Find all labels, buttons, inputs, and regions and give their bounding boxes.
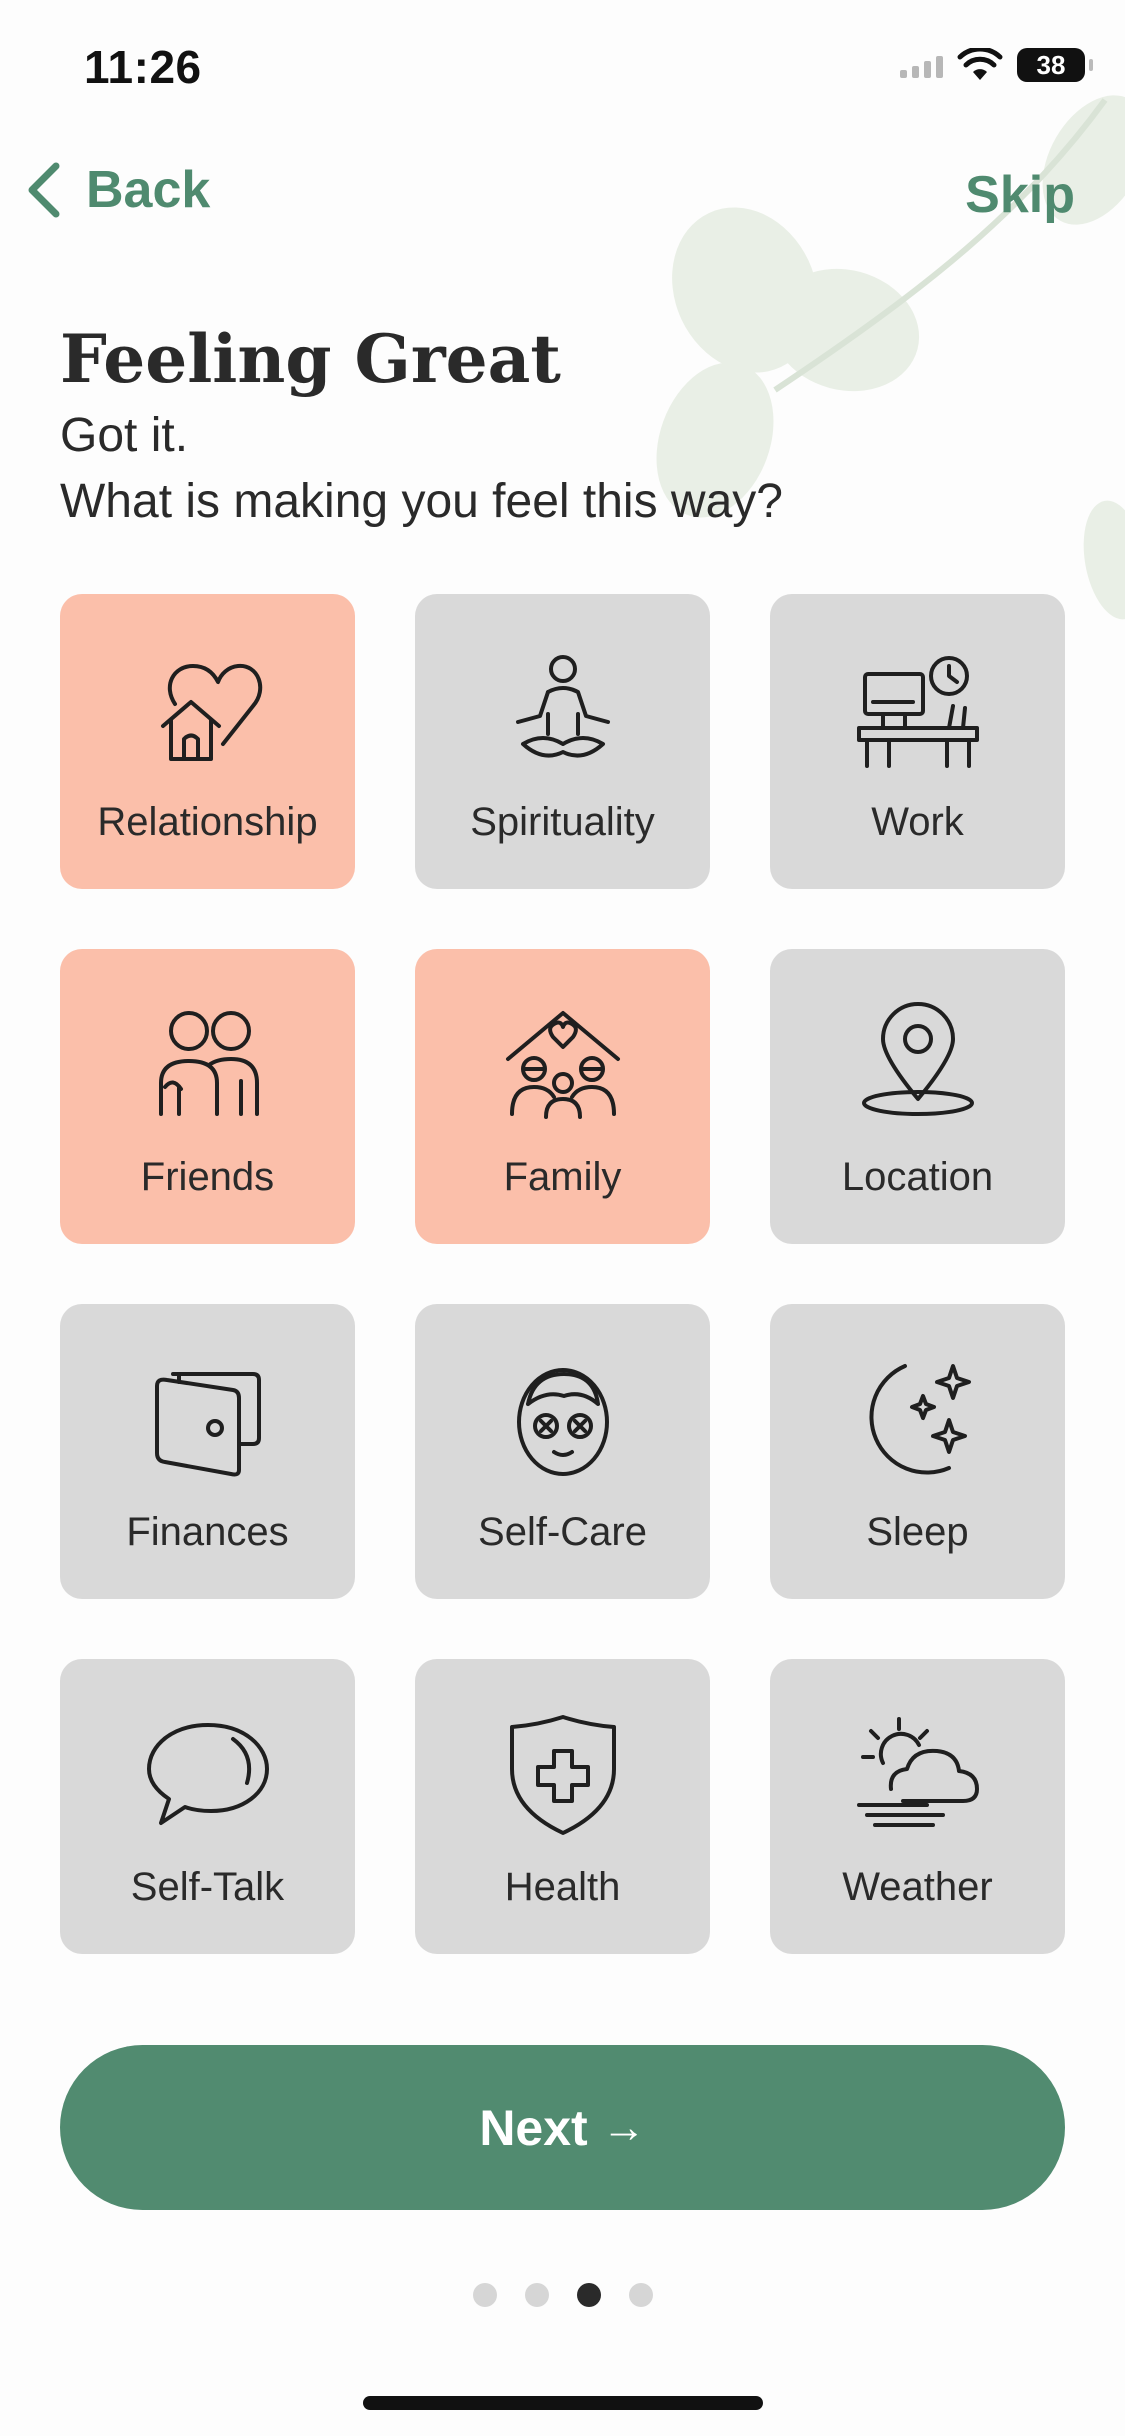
tile-label: Relationship [97,800,318,844]
tile-label: Sleep [866,1510,969,1554]
chevron-left-icon [28,162,60,218]
subtitle-line-1: Got it. [60,409,189,462]
page-dot [472,2283,497,2307]
tile-label: Weather [842,1865,993,1909]
location-pin-icon [861,1002,974,1116]
meditation-icon [515,655,610,758]
tile-label: Location [841,1155,994,1199]
tile-friends[interactable]: Friends [60,949,355,1244]
tile-location[interactable]: Location [770,949,1065,1244]
tile-finances[interactable]: Finances [60,1304,355,1599]
shield-cross-icon [509,1715,616,1835]
tile-label: Work [871,800,964,844]
next-button[interactable]: Next → [60,2045,1065,2210]
skip-button[interactable]: Skip [965,165,1075,225]
tile-weather[interactable]: Weather [770,1659,1065,1954]
tile-label: Family [503,1155,622,1199]
wallet-icon [154,1372,261,1477]
reason-grid: Relationship Spirituality Work Friends F… [60,594,1065,1954]
tile-health[interactable]: Health [415,1659,710,1954]
face-mask-icon [516,1368,609,1476]
speech-bubble-icon [146,1723,269,1825]
leaf-decoration [656,95,1125,620]
signal-icon [900,52,943,78]
back-button[interactable]: Back [24,160,210,220]
heart-house-icon [160,663,262,761]
next-label: Next [479,2099,588,2156]
friends-icon [158,1011,259,1116]
tile-family[interactable]: Family [415,949,710,1244]
tile-spirituality[interactable]: Spirituality [415,594,710,889]
page-indicator [0,2283,1125,2307]
page-dot-active [576,2283,601,2307]
family-icon [505,1011,620,1119]
moon-stars-icon [868,1364,971,1475]
tile-label: Friends [140,1155,275,1199]
subtitle-line-2: What is making you feel this way? [60,475,783,528]
back-label: Back [86,161,211,219]
battery-icon: 38 [1017,48,1093,82]
tile-label: Health [504,1865,621,1909]
home-indicator [363,2396,763,2410]
status-time: 11:26 [84,41,202,93]
desk-icon [856,656,979,768]
page-dot [628,2283,653,2307]
tile-sleep[interactable]: Sleep [770,1304,1065,1599]
tile-self-talk[interactable]: Self-Talk [60,1659,355,1954]
tile-label: Finances [126,1510,289,1554]
status-icons: 38 [900,48,1093,82]
page-dot [524,2283,549,2307]
tile-self-care[interactable]: Self-Care [415,1304,710,1599]
sun-cloud-icon [856,1717,979,1827]
page-title: Feeling Great [60,320,561,398]
tile-label: Self-Care [478,1510,647,1554]
wifi-icon [957,48,1003,80]
tile-label: Self-Talk [130,1865,285,1909]
tile-label: Spirituality [470,800,655,844]
arrow-right-icon: → [601,2102,646,2152]
tile-relationship[interactable]: Relationship [60,594,355,889]
tile-work[interactable]: Work [770,594,1065,889]
